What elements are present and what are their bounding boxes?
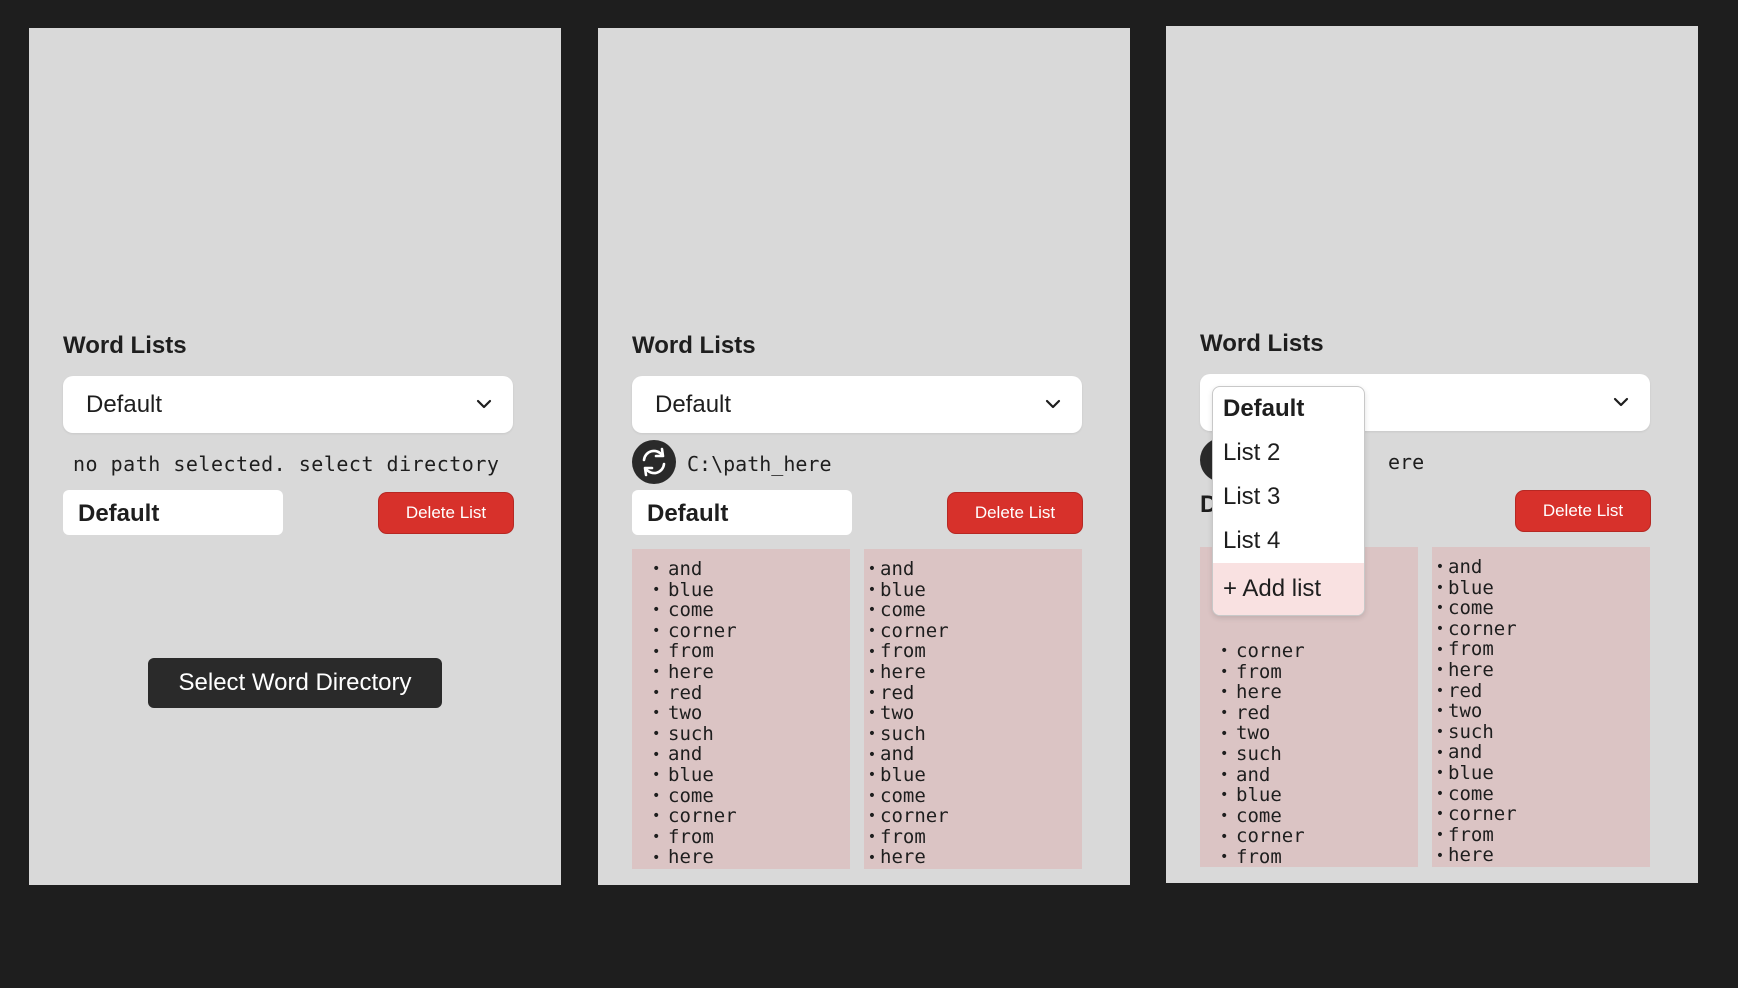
word-list-item: two xyxy=(652,703,850,724)
word-list-item: here xyxy=(1220,682,1418,703)
word-list-item: here xyxy=(1432,845,1650,866)
word-list-item: corner xyxy=(652,621,850,642)
word-list-item: and xyxy=(864,744,1082,765)
word-list-item: and xyxy=(1432,742,1650,763)
word-list-item: here xyxy=(864,662,1082,683)
word-list-item: from xyxy=(864,641,1082,662)
list-name-value: Default xyxy=(78,500,160,527)
word-list-item: and xyxy=(652,559,850,580)
select-word-directory-button[interactable]: Select Word Directory xyxy=(148,658,442,708)
word-list-item: come xyxy=(1432,783,1650,805)
word-list-select[interactable]: Default xyxy=(632,376,1082,433)
word-lists-title: Word Lists xyxy=(632,332,756,359)
word-lists-title: Word Lists xyxy=(63,332,187,359)
chevron-down-icon xyxy=(1613,397,1629,407)
word-list-item: red xyxy=(652,682,850,704)
word-list-item: corner xyxy=(1432,619,1650,640)
directory-path-text: C:\path_here xyxy=(687,452,832,476)
word-list-item: corner xyxy=(864,621,1082,642)
word-list-item: come xyxy=(864,785,1082,807)
delete-list-button[interactable]: Delete List xyxy=(947,492,1083,534)
word-list-item: come xyxy=(652,600,850,621)
word-column-left: andbluecomecornerfromhereredtwosuchandbl… xyxy=(632,549,850,869)
chevron-down-icon xyxy=(1045,399,1061,409)
word-list-item: come xyxy=(1432,598,1650,619)
word-list-item: blue xyxy=(1432,577,1650,599)
word-list-item: two xyxy=(1432,701,1650,722)
word-list-item: here xyxy=(864,847,1082,868)
word-list-dropdown-menu: Default List 2 List 3 List 4 + Add list xyxy=(1212,386,1365,616)
word-list-item: red xyxy=(864,682,1082,704)
word-list-item: here xyxy=(652,662,850,683)
word-list-item: come xyxy=(652,785,850,807)
word-list-item: from xyxy=(1432,825,1650,846)
path-status-text: no path selected. select directory xyxy=(73,452,500,476)
dropdown-option-list-4[interactable]: List 4 xyxy=(1213,519,1364,563)
word-list-item: blue xyxy=(864,765,1082,786)
word-list-item: from xyxy=(1220,661,1418,683)
word-list-item: from xyxy=(1220,847,1418,867)
word-list-item: blue xyxy=(864,579,1082,601)
list-name-field[interactable]: Default xyxy=(632,490,852,535)
word-list-item: from xyxy=(1432,639,1650,660)
word-list-item: corner xyxy=(1432,804,1650,825)
word-list-item: corner xyxy=(1220,641,1418,662)
select-value: Default xyxy=(655,391,732,418)
dropdown-option-list-2[interactable]: List 2 xyxy=(1213,431,1364,475)
word-list-select[interactable]: Default xyxy=(63,376,513,433)
panel-dropdown-open: Word Lists ere D Delete List cornerfromh… xyxy=(1166,26,1698,883)
word-list-item: blue xyxy=(652,579,850,601)
directory-path-text: ere xyxy=(1388,450,1425,474)
word-list-item: such xyxy=(1220,744,1418,765)
list-name-field[interactable]: Default xyxy=(63,490,283,535)
dropdown-option-list-3[interactable]: List 3 xyxy=(1213,475,1364,519)
word-list-item: come xyxy=(1220,806,1418,827)
delete-list-button[interactable]: Delete List xyxy=(1515,490,1651,532)
word-list-item: red xyxy=(1220,703,1418,724)
word-list-item: such xyxy=(1432,722,1650,743)
word-list-item: corner xyxy=(1220,826,1418,847)
word-lists-title: Word Lists xyxy=(1200,330,1324,357)
word-list-item: and xyxy=(864,559,1082,580)
word-list-item: two xyxy=(864,703,1082,724)
word-column-right: andbluecomecornerfromhereredtwosuchandbl… xyxy=(864,549,1082,869)
word-list-item: here xyxy=(652,847,850,868)
word-list-item: corner xyxy=(864,806,1082,827)
chevron-down-icon xyxy=(476,399,492,409)
list-name-value: Default xyxy=(647,500,729,527)
refresh-icon[interactable] xyxy=(632,440,676,484)
word-list-item: and xyxy=(652,744,850,765)
word-list-item: such xyxy=(652,724,850,745)
word-list-item: blue xyxy=(1432,763,1650,784)
word-list-item: red xyxy=(1432,680,1650,702)
panel-with-directory: Word Lists Default C:\path_here Default … xyxy=(598,28,1130,885)
word-column-right: andbluecomecornerfromhereredtwosuchandbl… xyxy=(1432,547,1650,867)
word-list-item: blue xyxy=(1220,785,1418,806)
panel-no-directory: Word Lists Default no path selected. sel… xyxy=(29,28,561,885)
word-list-item: and xyxy=(1220,764,1418,786)
word-list-item: from xyxy=(864,827,1082,848)
word-list-item: from xyxy=(652,641,850,662)
word-list-item: blue xyxy=(652,765,850,786)
word-list-item: two xyxy=(1220,723,1418,744)
word-list-item: here xyxy=(1432,660,1650,681)
delete-list-button[interactable]: Delete List xyxy=(378,492,514,534)
dropdown-option-add-list[interactable]: + Add list xyxy=(1213,563,1364,615)
dropdown-option-default[interactable]: Default xyxy=(1213,387,1364,431)
word-list-item: come xyxy=(864,600,1082,621)
word-list-item: such xyxy=(864,724,1082,745)
word-list-item: and xyxy=(1432,557,1650,578)
select-value: Default xyxy=(86,391,163,418)
word-list-item: from xyxy=(652,827,850,848)
word-list-item: corner xyxy=(652,806,850,827)
